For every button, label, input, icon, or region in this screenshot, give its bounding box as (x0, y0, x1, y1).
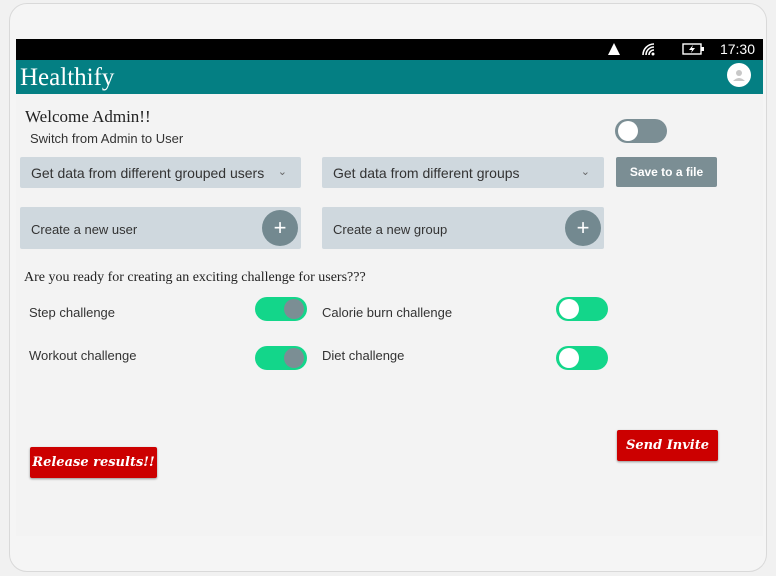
toggle-knob (559, 348, 579, 368)
create-group-label: Create a new group (333, 222, 448, 237)
send-invite-button[interactable]: Send Invite (617, 430, 718, 461)
avatar-icon[interactable] (727, 63, 751, 87)
step-challenge-label: Step challenge (29, 305, 116, 320)
grouped-users-dropdown-label: Get data from different grouped users (31, 165, 265, 181)
challenge-question: Are you ready for creating an exciting c… (24, 270, 366, 285)
save-to-file-button[interactable]: Save to a file (616, 157, 717, 187)
toggle-knob (284, 299, 304, 319)
grouped-users-dropdown[interactable]: Get data from different grouped users ⌄ (20, 157, 301, 188)
app-screen: 17:30 Healthify Welcome Admin!! Switch f… (16, 39, 763, 536)
step-challenge-toggle[interactable] (255, 297, 307, 321)
create-user-label: Create a new user (31, 222, 138, 237)
plus-icon[interactable]: + (565, 210, 601, 246)
welcome-heading: Welcome Admin!! (25, 107, 151, 126)
wifi-icon (642, 43, 655, 56)
create-group-row[interactable]: Create a new group + (322, 207, 604, 249)
groups-dropdown[interactable]: Get data from different groups ⌄ (322, 157, 604, 188)
workout-challenge-toggle[interactable] (255, 346, 307, 370)
switch-role-toggle[interactable] (615, 119, 667, 143)
workout-challenge-label: Workout challenge (29, 348, 137, 363)
chevron-down-icon: ⌄ (580, 166, 590, 178)
create-user-row[interactable]: Create a new user + (20, 207, 301, 249)
calorie-challenge-label: Calorie burn challenge (322, 305, 453, 320)
toggle-knob (618, 121, 638, 141)
toggle-knob (559, 299, 579, 319)
app-bar: Healthify (16, 60, 763, 94)
status-bar: 17:30 (16, 39, 763, 60)
groups-dropdown-label: Get data from different groups (333, 165, 520, 181)
release-results-button[interactable]: Release results!! (30, 447, 157, 478)
battery-charging-icon (682, 43, 704, 55)
calorie-challenge-toggle[interactable] (556, 297, 608, 321)
chevron-down-icon: ⌄ (277, 166, 287, 178)
switch-role-label: Switch from Admin to User (30, 131, 184, 146)
plus-icon[interactable]: + (262, 210, 298, 246)
diet-challenge-toggle[interactable] (556, 346, 608, 370)
status-time: 17:30 (719, 41, 755, 57)
app-title: Healthify (20, 64, 115, 91)
toggle-knob (284, 348, 304, 368)
signal-icon (608, 43, 620, 55)
diet-challenge-label: Diet challenge (322, 348, 405, 363)
